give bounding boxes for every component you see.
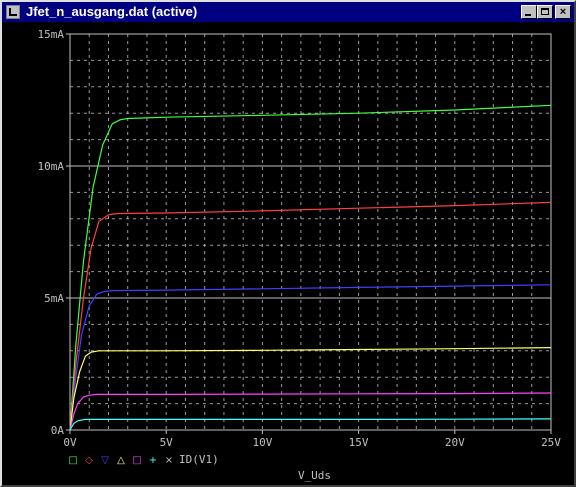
x-tick-label: 5V: [160, 436, 174, 449]
y-tick-label: 5mA: [44, 292, 64, 305]
legend-marker: □: [132, 455, 141, 466]
plot-window: Jfet_n_ausgang.dat (active) × 0V 5V 10V 15V…: [0, 0, 576, 487]
legend-marker: △: [117, 455, 125, 466]
x-axis-label: V_Uds: [298, 469, 331, 482]
series-line: [69, 418, 552, 431]
series-line: [69, 104, 552, 431]
app-icon[interactable]: [6, 5, 20, 19]
axes: [66, 33, 552, 434]
series-group: [69, 104, 552, 431]
legend-marker: ◇: [85, 455, 93, 466]
x-tick-label: 0V: [63, 436, 77, 449]
tick-labels: 0V 5V 10V 15V 20V 25V 0A 5mA 10mA 15mA V_Uds: [38, 28, 562, 482]
window-title: Jfet_n_ausgang.dat (active): [26, 4, 198, 19]
grid: [70, 34, 551, 430]
legend-marker: □: [68, 455, 77, 466]
legend: □ ◇ ▽ △ □ + × ID(V1): [68, 453, 218, 466]
legend-marker: ×: [165, 455, 173, 466]
x-tick-label: 10V: [252, 436, 272, 449]
minimize-button[interactable]: [521, 5, 537, 19]
y-tick-label: 0A: [51, 424, 65, 437]
y-tick-label: 15mA: [38, 28, 65, 41]
series-line: [69, 201, 552, 431]
legend-marker: ▽: [101, 455, 109, 466]
x-tick-label: 20V: [445, 436, 465, 449]
x-tick-label: 15V: [349, 436, 369, 449]
close-button[interactable]: ×: [555, 5, 571, 19]
y-tick-label: 10mA: [38, 160, 65, 173]
x-tick-label: 25V: [541, 436, 561, 449]
chart: 0V 5V 10V 15V 20V 25V0A5mA10mA15mAV_Uds □ ◇ ▽ △ □…: [38, 28, 562, 482]
title-bar[interactable]: Jfet_n_ausgang.dat (active) ×: [2, 2, 574, 22]
legend-label: ID(V1): [179, 453, 219, 466]
series-line: [69, 392, 552, 431]
maximize-button[interactable]: [537, 5, 553, 19]
series-line: [69, 284, 552, 431]
legend-marker: +: [149, 455, 157, 466]
plot-area: 0V 5V 10V 15V 20V 25V 0A 5mA 10mA 15mA V_Uds □ ◇ ▽ △ □…: [2, 22, 574, 485]
plot-frame: [69, 33, 552, 431]
series-line: [69, 347, 552, 431]
